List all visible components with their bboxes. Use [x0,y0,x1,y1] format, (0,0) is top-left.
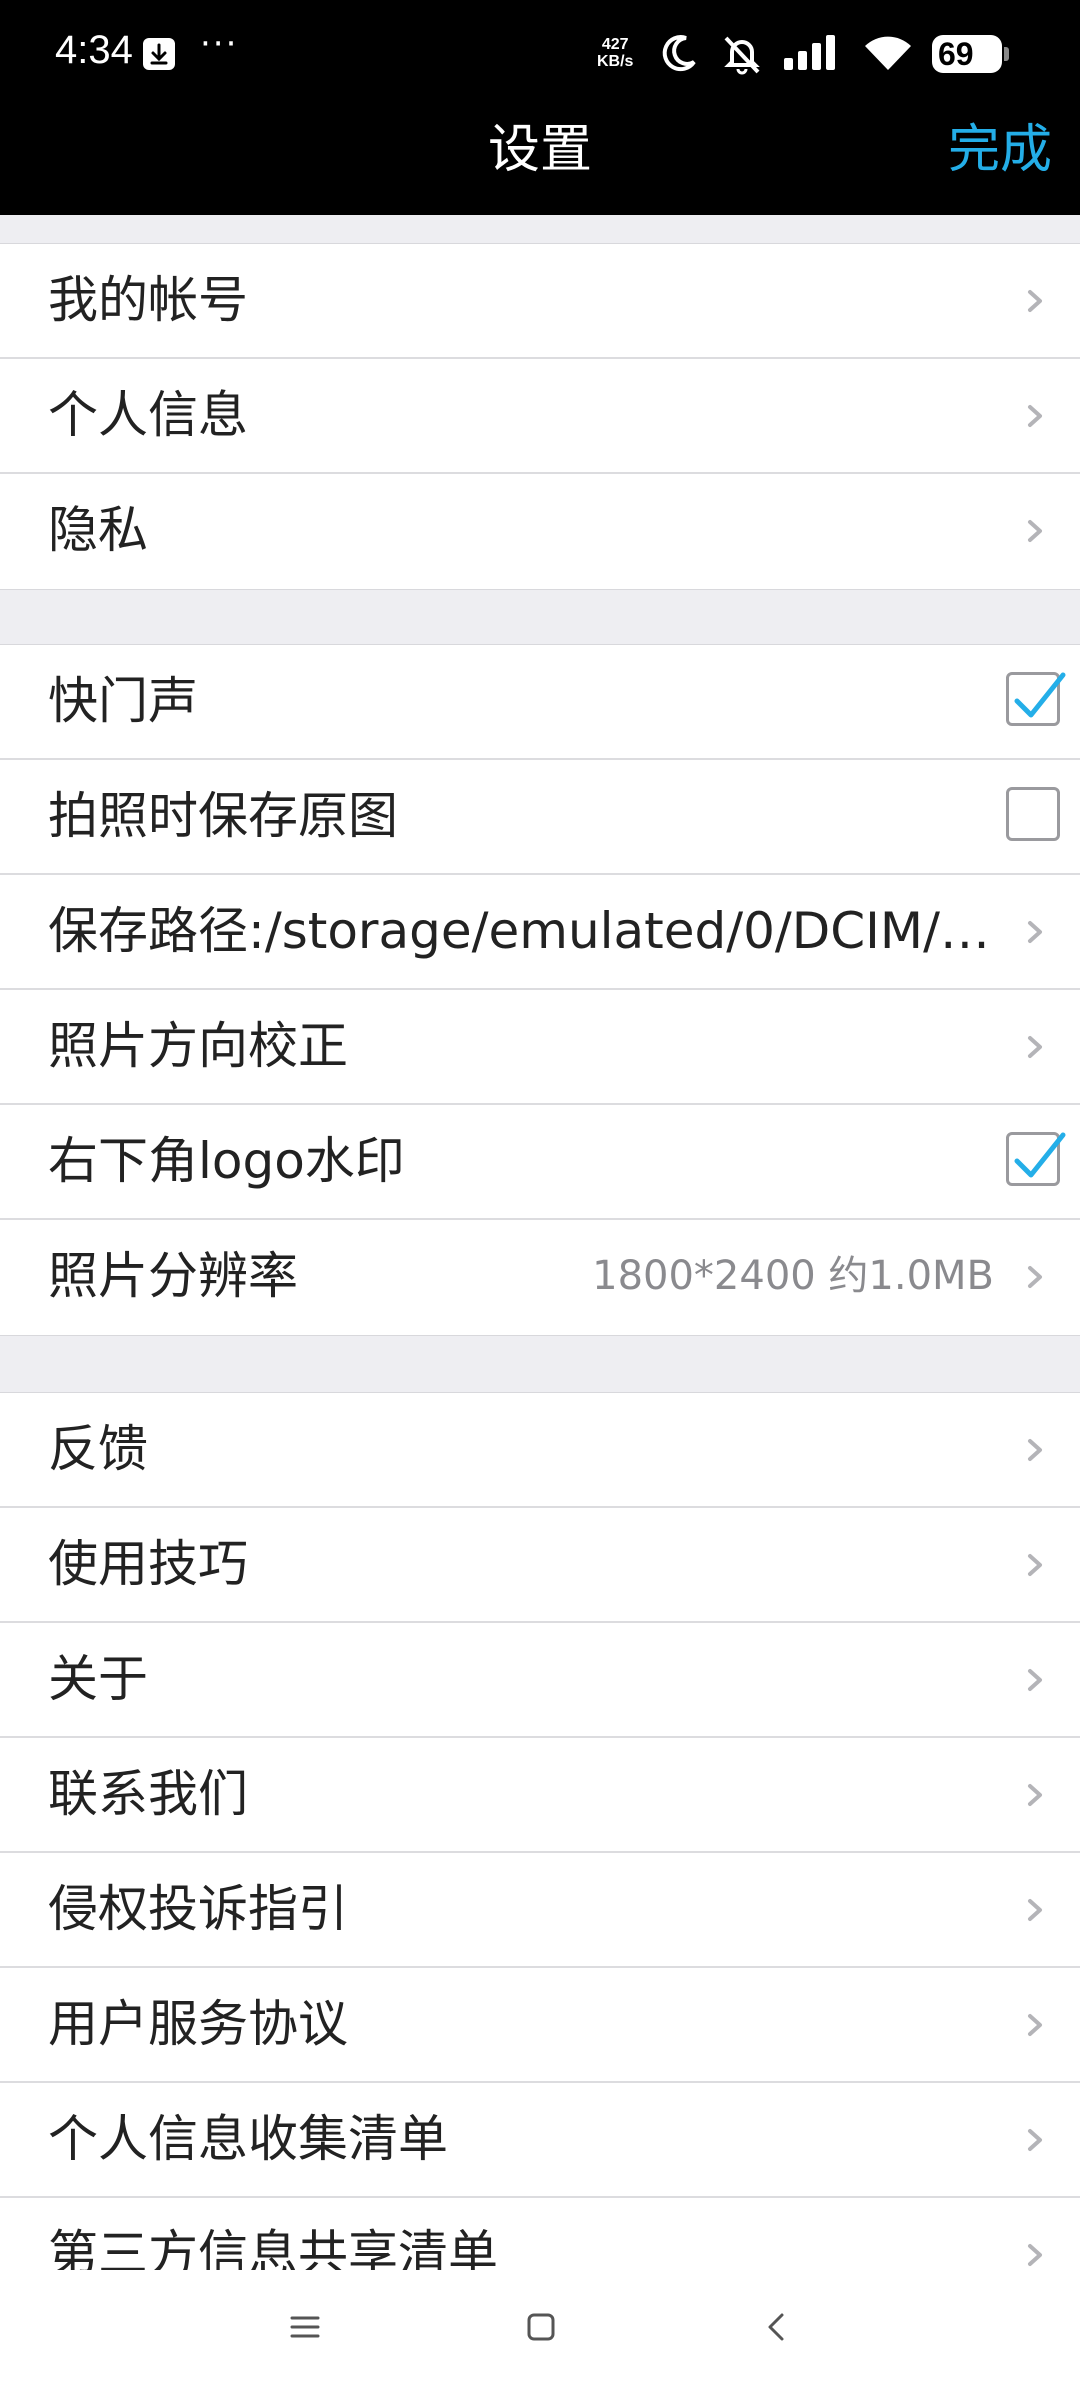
settings-item-label: 个人信息 [48,386,248,444]
settings-item-label: 拍照时保存原图 [48,787,398,845]
settings-item-label: 侵权投诉指引 [48,1880,348,1938]
settings-item-label: 关于 [48,1650,148,1708]
settings-item-label: 照片方向校正 [48,1017,348,1075]
settings-item-label: 我的帐号 [48,271,248,329]
settings-item-personal-info[interactable]: 个人信息 [0,359,1080,474]
net-speed-unit: KB/s [597,53,634,70]
settings-item-photo-resolution[interactable]: 照片分辨率 1800*2400 约1.0MB [0,1220,1080,1335]
title-bar: 设置 完成 [0,108,1080,215]
settings-item-label: 快门声 [48,672,198,730]
settings-group-camera: 快门声 拍照时保存原图 保存路径:/storage/emulated/0/DCI… [0,644,1080,1336]
settings-item-user-agreement[interactable]: 用户服务协议 [0,1968,1080,2083]
logo-watermark-checkbox[interactable] [1006,1132,1066,1186]
chevron-right-icon [1028,2244,1042,2266]
settings-item-save-original[interactable]: 拍照时保存原图 [0,760,1080,875]
back-icon[interactable] [762,2312,792,2346]
moon-icon [660,32,700,80]
wifi-icon [862,32,914,80]
settings-item-label: 右下角logo水印 [48,1132,405,1190]
menu-icon[interactable] [290,2312,320,2346]
battery-tip [1004,47,1009,61]
chevron-right-icon [1028,1784,1042,1806]
status-time: 4:34 [55,28,133,72]
settings-item-contact-us[interactable]: 联系我们 [0,1738,1080,1853]
settings-item-my-account[interactable]: 我的帐号 [0,244,1080,359]
chevron-right-icon [1028,1899,1042,1921]
chevron-right-icon [1028,1554,1042,1576]
settings-item-label: 反馈 [48,1420,148,1478]
settings-item-tips[interactable]: 使用技巧 [0,1508,1080,1623]
chevron-right-icon [1028,2014,1042,2036]
more-notifications-icon: ··· [200,24,239,64]
chevron-right-icon [1028,290,1042,312]
settings-item-label: 保存路径:/storage/emulated/0/DCIM/Ca... [48,902,1008,960]
chevron-right-icon [1028,1439,1042,1461]
home-icon[interactable] [526,2312,556,2346]
chevron-right-icon [1028,2129,1042,2151]
chevron-right-icon [1028,921,1042,943]
settings-item-orientation-correction[interactable]: 照片方向校正 [0,990,1080,1105]
settings-item-label: 照片分辨率 [48,1247,298,1305]
net-speed: 427 KB/s [597,36,633,70]
settings-item-feedback[interactable]: 反馈 [0,1393,1080,1508]
download-icon [143,38,175,70]
settings-group-about: 反馈 使用技巧 关于 联系我们 侵权投诉指引 用户服务协议 个人信息收集清单 第… [0,1392,1080,2314]
settings-item-save-path[interactable]: 保存路径:/storage/emulated/0/DCIM/Ca... [0,875,1080,990]
chevron-right-icon [1028,520,1042,542]
settings-item-label: 使用技巧 [48,1535,248,1593]
bell-off-icon [720,32,764,80]
settings-group-account: 我的帐号 个人信息 隐私 [0,243,1080,590]
chevron-right-icon [1028,1669,1042,1691]
photo-resolution-value: 1800*2400 约1.0MB [592,1253,994,1299]
checkmark-icon [1014,1132,1066,1178]
status-bar: 4:34 ··· 427 KB/s 69 [0,0,1080,108]
chevron-right-icon [1028,1036,1042,1058]
shutter-sound-checkbox[interactable] [1006,672,1066,726]
settings-item-shutter-sound[interactable]: 快门声 [0,645,1080,760]
settings-item-label: 用户服务协议 [48,1995,348,2053]
save-original-checkbox[interactable] [1006,787,1060,841]
chevron-right-icon [1028,1266,1042,1288]
settings-item-privacy[interactable]: 隐私 [0,474,1080,589]
chevron-right-icon [1028,405,1042,427]
done-button[interactable]: 完成 [948,108,1052,192]
settings-item-label: 联系我们 [48,1765,248,1823]
settings-item-infringement-guide[interactable]: 侵权投诉指引 [0,1853,1080,1968]
net-speed-value: 427 [601,36,629,53]
checkmark-icon [1014,672,1066,718]
page-title: 设置 [487,120,592,180]
settings-item-label: 隐私 [48,501,148,559]
signal-icon [782,32,842,80]
battery-icon: 69 [932,35,1002,73]
settings-item-label: 个人信息收集清单 [48,2110,448,2168]
settings-item-logo-watermark[interactable]: 右下角logo水印 [0,1105,1080,1220]
settings-item-info-collection-list[interactable]: 个人信息收集清单 [0,2083,1080,2198]
system-navigation-bar [0,2270,1080,2400]
settings-item-about[interactable]: 关于 [0,1623,1080,1738]
